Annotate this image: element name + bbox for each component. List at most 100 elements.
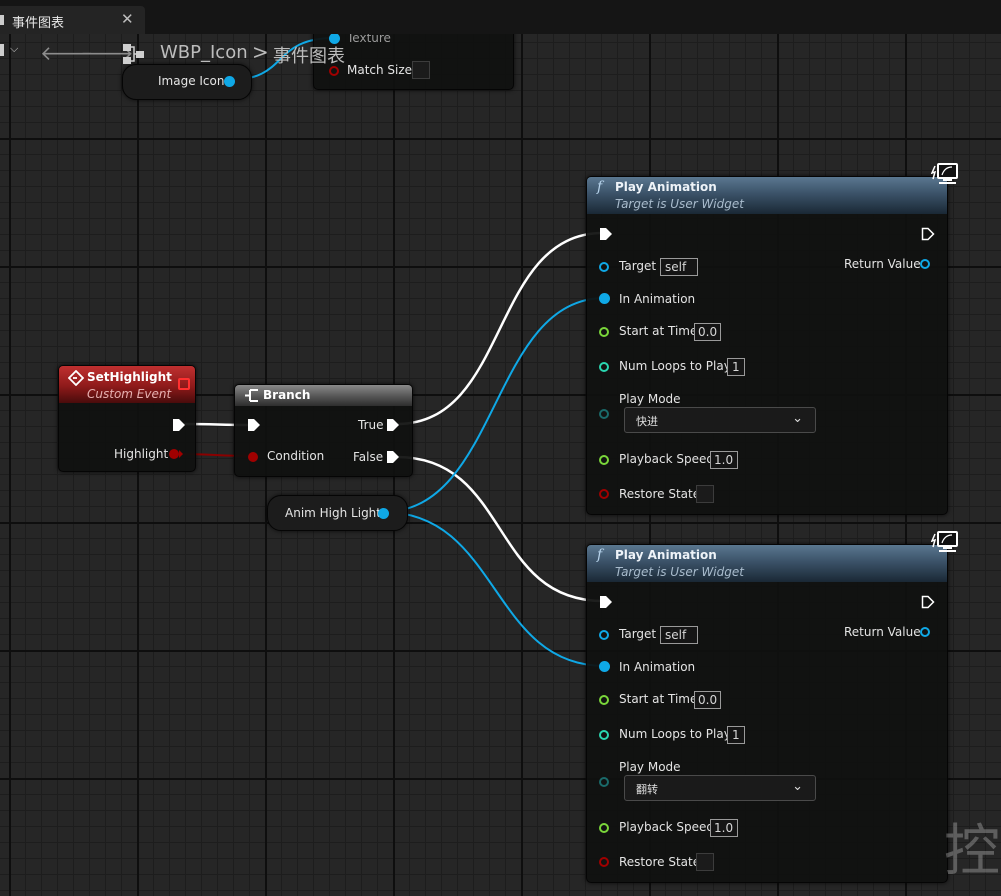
image-icon-variable-node[interactable]: Image Icon xyxy=(122,64,252,100)
breadcrumb-root[interactable]: WBP_Icon xyxy=(160,42,248,63)
graph-icon xyxy=(123,44,144,64)
tab-event-graph[interactable]: 事件图表 ✕ xyxy=(0,6,145,34)
function-subtitle: Target is User Widget xyxy=(615,197,744,211)
wire-anim-to-play1 xyxy=(382,297,606,513)
function-header: f Play Animation Target is User Widget xyxy=(587,545,947,582)
anim-high-light-out-pin[interactable] xyxy=(378,508,389,519)
tab-bar: 事件图表 ✕ xyxy=(0,0,1001,34)
play-mode-pin[interactable] xyxy=(599,777,609,787)
playback-speed-input[interactable]: 1.0 xyxy=(710,451,738,469)
target-pin[interactable] xyxy=(599,630,609,640)
restore-state-pin[interactable] xyxy=(599,857,609,867)
target-label: Target xyxy=(619,627,657,641)
watermark-text: 控 xyxy=(944,819,1000,884)
close-icon[interactable]: ✕ xyxy=(121,10,134,28)
false-exec-out-pin[interactable] xyxy=(386,450,400,464)
restore-state-label: Restore State xyxy=(619,855,701,869)
return-value-pin[interactable] xyxy=(920,627,930,637)
true-label: True xyxy=(358,418,384,432)
num-loops-input[interactable]: 1 xyxy=(727,358,745,376)
target-value[interactable]: self xyxy=(660,626,698,644)
condition-in-pin[interactable] xyxy=(247,451,261,463)
play-mode-label: Play Mode xyxy=(619,760,681,774)
playback-speed-input[interactable]: 1.0 xyxy=(710,819,738,837)
target-pin[interactable] xyxy=(599,262,609,272)
playback-speed-label: Playback Speed xyxy=(619,452,714,466)
monitor-icon xyxy=(931,163,958,184)
play-animation-node-2[interactable]: f Play Animation Target is User Widget T… xyxy=(586,544,948,883)
restore-state-pin[interactable] xyxy=(599,489,609,499)
wire-false-to-play2 xyxy=(396,455,604,603)
start-time-label: Start at Time xyxy=(619,692,698,706)
delegate-pin[interactable] xyxy=(178,378,190,390)
playback-speed-pin[interactable] xyxy=(599,823,609,833)
start-time-input[interactable]: 0.0 xyxy=(694,691,721,709)
play-mode-value: 快进 xyxy=(636,415,658,428)
in-animation-label: In Animation xyxy=(619,660,696,674)
condition-label: Condition xyxy=(267,449,325,463)
breadcrumb-separator: > xyxy=(252,40,269,64)
return-value-label: Return Value xyxy=(844,257,921,271)
start-time-label: Start at Time xyxy=(619,324,698,338)
event-subtitle: Custom Event xyxy=(87,387,172,401)
image-icon-out-pin[interactable] xyxy=(224,76,235,87)
return-value-pin[interactable] xyxy=(920,259,930,269)
event-diamond-icon xyxy=(68,370,84,386)
play-mode-dropdown[interactable]: 翻转 ⌄ xyxy=(624,775,816,801)
anim-high-light-label: Anim High Light xyxy=(285,506,381,520)
branch-icon xyxy=(245,389,258,402)
play-mode-dropdown[interactable]: 快进 ⌄ xyxy=(624,407,816,433)
play-mode-label: Play Mode xyxy=(619,392,681,406)
start-time-input[interactable]: 0.0 xyxy=(694,323,721,341)
menu-icon[interactable] xyxy=(0,44,4,56)
in-animation-pin[interactable] xyxy=(599,661,610,672)
num-loops-pin[interactable] xyxy=(599,362,609,372)
function-title: Play Animation xyxy=(615,180,717,194)
exec-out-pin[interactable] xyxy=(921,595,935,609)
play-mode-pin[interactable] xyxy=(599,409,609,419)
branch-title: Branch xyxy=(263,388,311,402)
chevron-down-icon: ⌄ xyxy=(792,411,803,426)
set-highlight-event-node[interactable]: SetHighlight Custom Event Highlight xyxy=(58,365,196,472)
exec-in-pin[interactable] xyxy=(599,595,613,609)
start-time-pin[interactable] xyxy=(599,695,609,705)
event-exec-out-pin[interactable] xyxy=(172,418,186,432)
branch-exec-in-pin[interactable] xyxy=(247,418,261,432)
start-time-pin[interactable] xyxy=(599,327,609,337)
return-value-label: Return Value xyxy=(844,625,921,639)
function-subtitle: Target is User Widget xyxy=(615,565,744,579)
exec-in-pin[interactable] xyxy=(599,227,613,241)
branch-header xyxy=(235,385,412,406)
graph-tab-icon xyxy=(0,15,4,25)
function-header: f Play Animation Target is User Widget xyxy=(587,177,947,214)
function-title: Play Animation xyxy=(615,548,717,562)
exec-out-pin[interactable] xyxy=(921,227,935,241)
false-label: False xyxy=(353,450,384,464)
play-mode-value: 翻转 xyxy=(636,783,658,796)
in-animation-label: In Animation xyxy=(619,292,696,306)
highlight-pin-label: Highlight xyxy=(114,447,169,461)
function-icon: f xyxy=(597,547,603,563)
highlight-out-pin[interactable] xyxy=(169,448,183,460)
playback-speed-pin[interactable] xyxy=(599,455,609,465)
function-icon: f xyxy=(597,179,603,195)
branch-node[interactable]: Branch True Condition False xyxy=(234,384,413,477)
num-loops-input[interactable]: 1 xyxy=(727,726,745,744)
target-value[interactable]: self xyxy=(660,258,698,276)
num-loops-label: Num Loops to Play xyxy=(619,359,731,373)
event-title: SetHighlight xyxy=(87,370,172,384)
num-loops-label: Num Loops to Play xyxy=(619,727,731,741)
breadcrumb-current[interactable]: 事件图表 xyxy=(273,42,345,68)
anim-high-light-variable-node[interactable]: Anim High Light xyxy=(267,495,408,531)
restore-state-checkbox[interactable] xyxy=(696,853,714,871)
num-loops-pin[interactable] xyxy=(599,730,609,740)
in-animation-pin[interactable] xyxy=(599,293,610,304)
restore-state-label: Restore State xyxy=(619,487,701,501)
play-animation-node-1[interactable]: f Play Animation Target is User Widget T… xyxy=(586,176,948,515)
target-label: Target xyxy=(619,259,657,273)
true-exec-out-pin[interactable] xyxy=(386,418,400,432)
wire-anim-to-play2 xyxy=(382,511,606,667)
breadcrumb-bar: ⌵ 🡐 🡒 xyxy=(0,34,1001,68)
chevron-down-icon[interactable]: ⌵ xyxy=(10,42,18,56)
restore-state-checkbox[interactable] xyxy=(696,485,714,503)
